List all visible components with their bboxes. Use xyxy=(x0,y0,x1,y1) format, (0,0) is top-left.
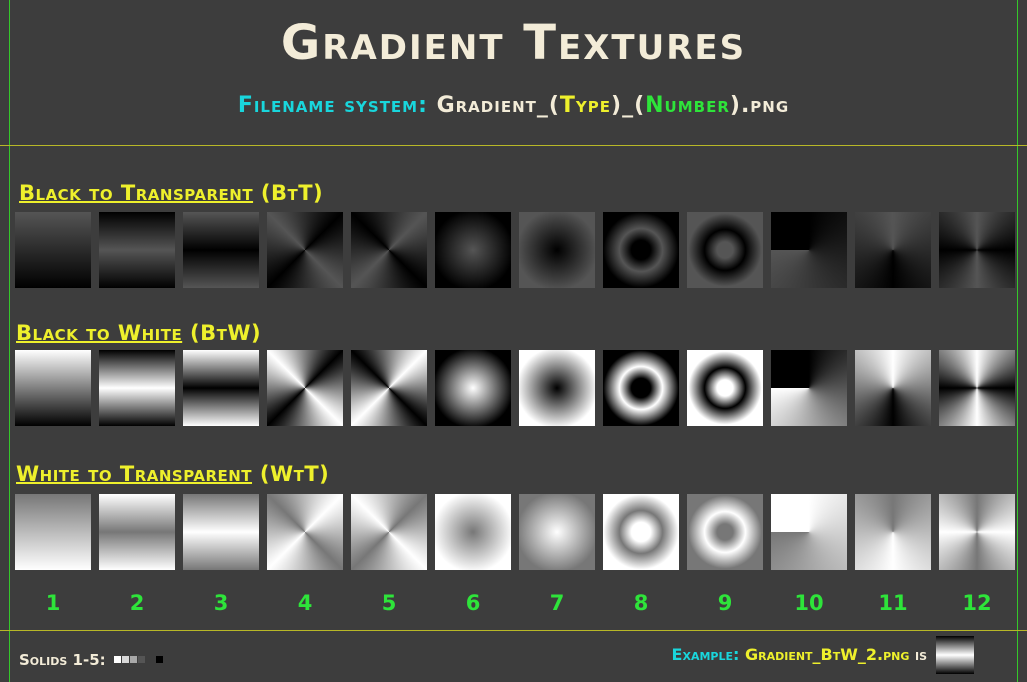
texture-number-label: 7 xyxy=(549,591,565,615)
solid-swatch-3 xyxy=(129,656,137,663)
texture-number-label: 5 xyxy=(381,591,397,615)
texture-tile-wtt-8 xyxy=(603,494,679,570)
texture-number-label: 10 xyxy=(794,591,824,615)
texture-tile-btt-1 xyxy=(15,212,91,288)
texture-tile-btt-10 xyxy=(771,212,847,288)
solid-swatch-2 xyxy=(121,656,129,663)
solid-swatch-4 xyxy=(137,656,145,663)
texture-tile-wtt-1 xyxy=(15,494,91,570)
texture-tile-btw-9 xyxy=(687,350,763,426)
texture-number-label: 9 xyxy=(717,591,733,615)
texture-tile-btw-11 xyxy=(855,350,931,426)
texture-tile-btw-1 xyxy=(15,350,91,426)
texture-tile-wtt-3 xyxy=(183,494,259,570)
solids-legend: Solids 1-5: xyxy=(19,650,163,670)
filename-part-c: ).png xyxy=(729,93,790,118)
filename-system-label: Filename system: xyxy=(237,93,428,118)
page-title: Gradient Textures xyxy=(280,15,747,71)
texture-tile-wtt-10 xyxy=(771,494,847,570)
filename-part-b: )_( xyxy=(611,93,646,118)
texture-tile-btt-8 xyxy=(603,212,679,288)
texture-tile-wtt-7 xyxy=(519,494,595,570)
texture-number-label: 4 xyxy=(297,591,313,615)
filename-type: Type xyxy=(559,93,612,118)
texture-tile-btt-4 xyxy=(267,212,343,288)
texture-tile-btw-3 xyxy=(183,350,259,426)
texture-tile-btw-12 xyxy=(939,350,1015,426)
texture-tile-wtt-12 xyxy=(939,494,1015,570)
texture-tile-btw-7 xyxy=(519,350,595,426)
section-label-btw: Black to White (BtW) xyxy=(16,321,262,345)
texture-tile-btw-2 xyxy=(99,350,175,426)
texture-tile-btt-12 xyxy=(939,212,1015,288)
texture-number-label: 3 xyxy=(213,591,229,615)
texture-tile-btt-11 xyxy=(855,212,931,288)
texture-tile-wtt-2 xyxy=(99,494,175,570)
section-label-wtt: White to Transparent (WtT) xyxy=(16,462,330,486)
texture-number-label: 12 xyxy=(962,591,992,615)
texture-number-label: 8 xyxy=(633,591,649,615)
texture-tile-btw-10 xyxy=(771,350,847,426)
example-texture-tile xyxy=(936,636,974,674)
texture-tile-wtt-4 xyxy=(267,494,343,570)
section-label-btt: Black to Transparent (BtT) xyxy=(19,181,324,205)
texture-tile-btw-5 xyxy=(351,350,427,426)
texture-tile-btt-7 xyxy=(519,212,595,288)
filename-system-line: Filename system: Gradient_(Type)_(Number… xyxy=(0,92,1027,120)
texture-tile-btw-4 xyxy=(267,350,343,426)
texture-tile-wtt-11 xyxy=(855,494,931,570)
texture-tile-btw-6 xyxy=(435,350,511,426)
texture-tile-btt-9 xyxy=(687,212,763,288)
texture-tile-btt-5 xyxy=(351,212,427,288)
texture-tile-btw-8 xyxy=(603,350,679,426)
filename-part-a: Gradient_( xyxy=(436,93,560,118)
solid-swatch-5 xyxy=(155,656,163,663)
texture-number-label: 6 xyxy=(465,591,481,615)
texture-number-label: 11 xyxy=(878,591,908,615)
example-caption: Example: Gradient_BtW_2.png is xyxy=(671,645,927,664)
texture-tile-btt-6 xyxy=(435,212,511,288)
texture-tile-wtt-5 xyxy=(351,494,427,570)
footer-divider xyxy=(0,630,1027,631)
texture-tile-btt-2 xyxy=(99,212,175,288)
solid-swatch-1 xyxy=(113,656,121,663)
texture-number-label: 1 xyxy=(45,591,61,615)
texture-number-label: 2 xyxy=(129,591,145,615)
texture-tile-wtt-6 xyxy=(435,494,511,570)
texture-tile-btt-3 xyxy=(183,212,259,288)
filename-number: Number xyxy=(645,93,730,118)
header-divider xyxy=(0,145,1027,146)
texture-tile-wtt-9 xyxy=(687,494,763,570)
